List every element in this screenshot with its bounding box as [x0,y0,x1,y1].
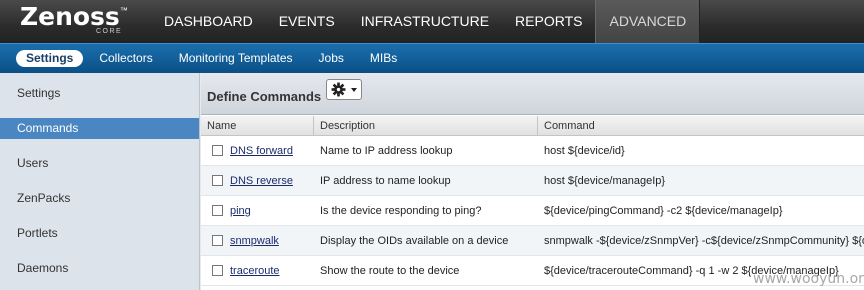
table-row[interactable]: DNS reverse IP address to name lookup ho… [201,166,864,196]
row-checkbox[interactable] [212,145,223,156]
command-cell: snmpwalk -${device/zSnmpVer} -c${device/… [544,234,864,247]
column-header-description[interactable]: Description [314,116,538,136]
row-checkbox[interactable] [212,265,223,276]
sidebar-item-commands[interactable]: Commands [0,118,199,139]
subnav-settings[interactable]: Settings [16,50,84,67]
logo-subtitle: CORE [96,28,123,35]
nav-events[interactable]: EVENTS [266,0,348,43]
sidebar-item-daemons[interactable]: Daemons [0,258,199,279]
sidebar-item-users[interactable]: Users [0,153,199,174]
subnav-mibs[interactable]: MIBs [360,50,407,67]
command-cell: host ${device/manageIp} [544,174,666,187]
name-cell: snmpwalk [201,235,314,247]
row-checkbox[interactable] [212,235,223,246]
actions-menu-button[interactable] [326,79,362,100]
subnav-monitoring-templates[interactable]: Monitoring Templates [169,50,303,67]
gear-icon [331,82,346,102]
column-header-command[interactable]: Command [538,116,864,136]
logo-text: Zenoss [20,2,120,31]
column-header-name[interactable]: Name [201,116,314,136]
nav-reports[interactable]: REPORTS [502,0,595,43]
sidebar-item-settings[interactable]: Settings [0,83,199,104]
panel-title: Define Commands [207,89,322,104]
zenoss-logo[interactable]: Zenoss™ CORE [20,2,128,36]
sidebar-item-zenpacks[interactable]: ZenPacks [0,188,199,209]
description-cell: IP address to name lookup [320,174,451,187]
commands-panel: Define Commands Name Description Command… [201,73,864,290]
command-name-link[interactable]: snmpwalk [230,235,279,247]
description-cell: Display the OIDs available on a device [320,234,509,247]
sidebar-item-portlets[interactable]: Portlets [0,223,199,244]
settings-sidebar: Settings Commands Users ZenPacks Portlet… [0,73,200,290]
description-cell: Show the route to the device [320,264,460,277]
table-header: Name Description Command [201,116,864,136]
nav-infrastructure[interactable]: INFRASTRUCTURE [348,0,502,43]
table-row[interactable]: DNS forward Name to IP address lookup ho… [201,136,864,166]
command-name-link[interactable]: ping [230,205,251,217]
command-cell: ${device/pingCommand} -c2 ${device/manag… [544,204,783,217]
logo-trademark: ™ [119,6,128,15]
table-row[interactable]: ping Is the device responding to ping? $… [201,196,864,226]
row-checkbox[interactable] [212,205,223,216]
description-cell: Name to IP address lookup [320,144,453,157]
subnav-jobs[interactable]: Jobs [309,50,354,67]
sub-navigation-bar: Settings Collectors Monitoring Templates… [0,43,864,73]
commands-table-body: DNS forward Name to IP address lookup ho… [201,136,864,286]
name-cell: DNS forward [201,145,314,157]
sub-nav: Settings Collectors Monitoring Templates… [16,50,413,67]
panel-header: Define Commands [201,73,864,115]
nav-dashboard[interactable]: DASHBOARD [151,0,266,43]
main-nav: DASHBOARD EVENTS INFRASTRUCTURE REPORTS … [151,0,701,43]
nav-advanced[interactable]: ADVANCED [595,0,701,43]
table-row[interactable]: snmpwalk Display the OIDs available on a… [201,226,864,256]
command-name-link[interactable]: traceroute [230,265,280,277]
command-name-link[interactable]: DNS forward [230,145,293,157]
description-cell: Is the device responding to ping? [320,204,482,217]
name-cell: ping [201,205,314,217]
subnav-collectors[interactable]: Collectors [89,50,162,67]
chevron-down-icon [351,88,357,92]
watermark-text: www.wooyun.org [753,271,864,287]
top-navigation-bar: Zenoss™ CORE DASHBOARD EVENTS INFRASTRUC… [0,0,864,43]
name-cell: DNS reverse [201,175,314,187]
command-cell: host ${device/id} [544,144,625,157]
name-cell: traceroute [201,265,314,277]
row-checkbox[interactable] [212,175,223,186]
command-name-link[interactable]: DNS reverse [230,175,293,187]
